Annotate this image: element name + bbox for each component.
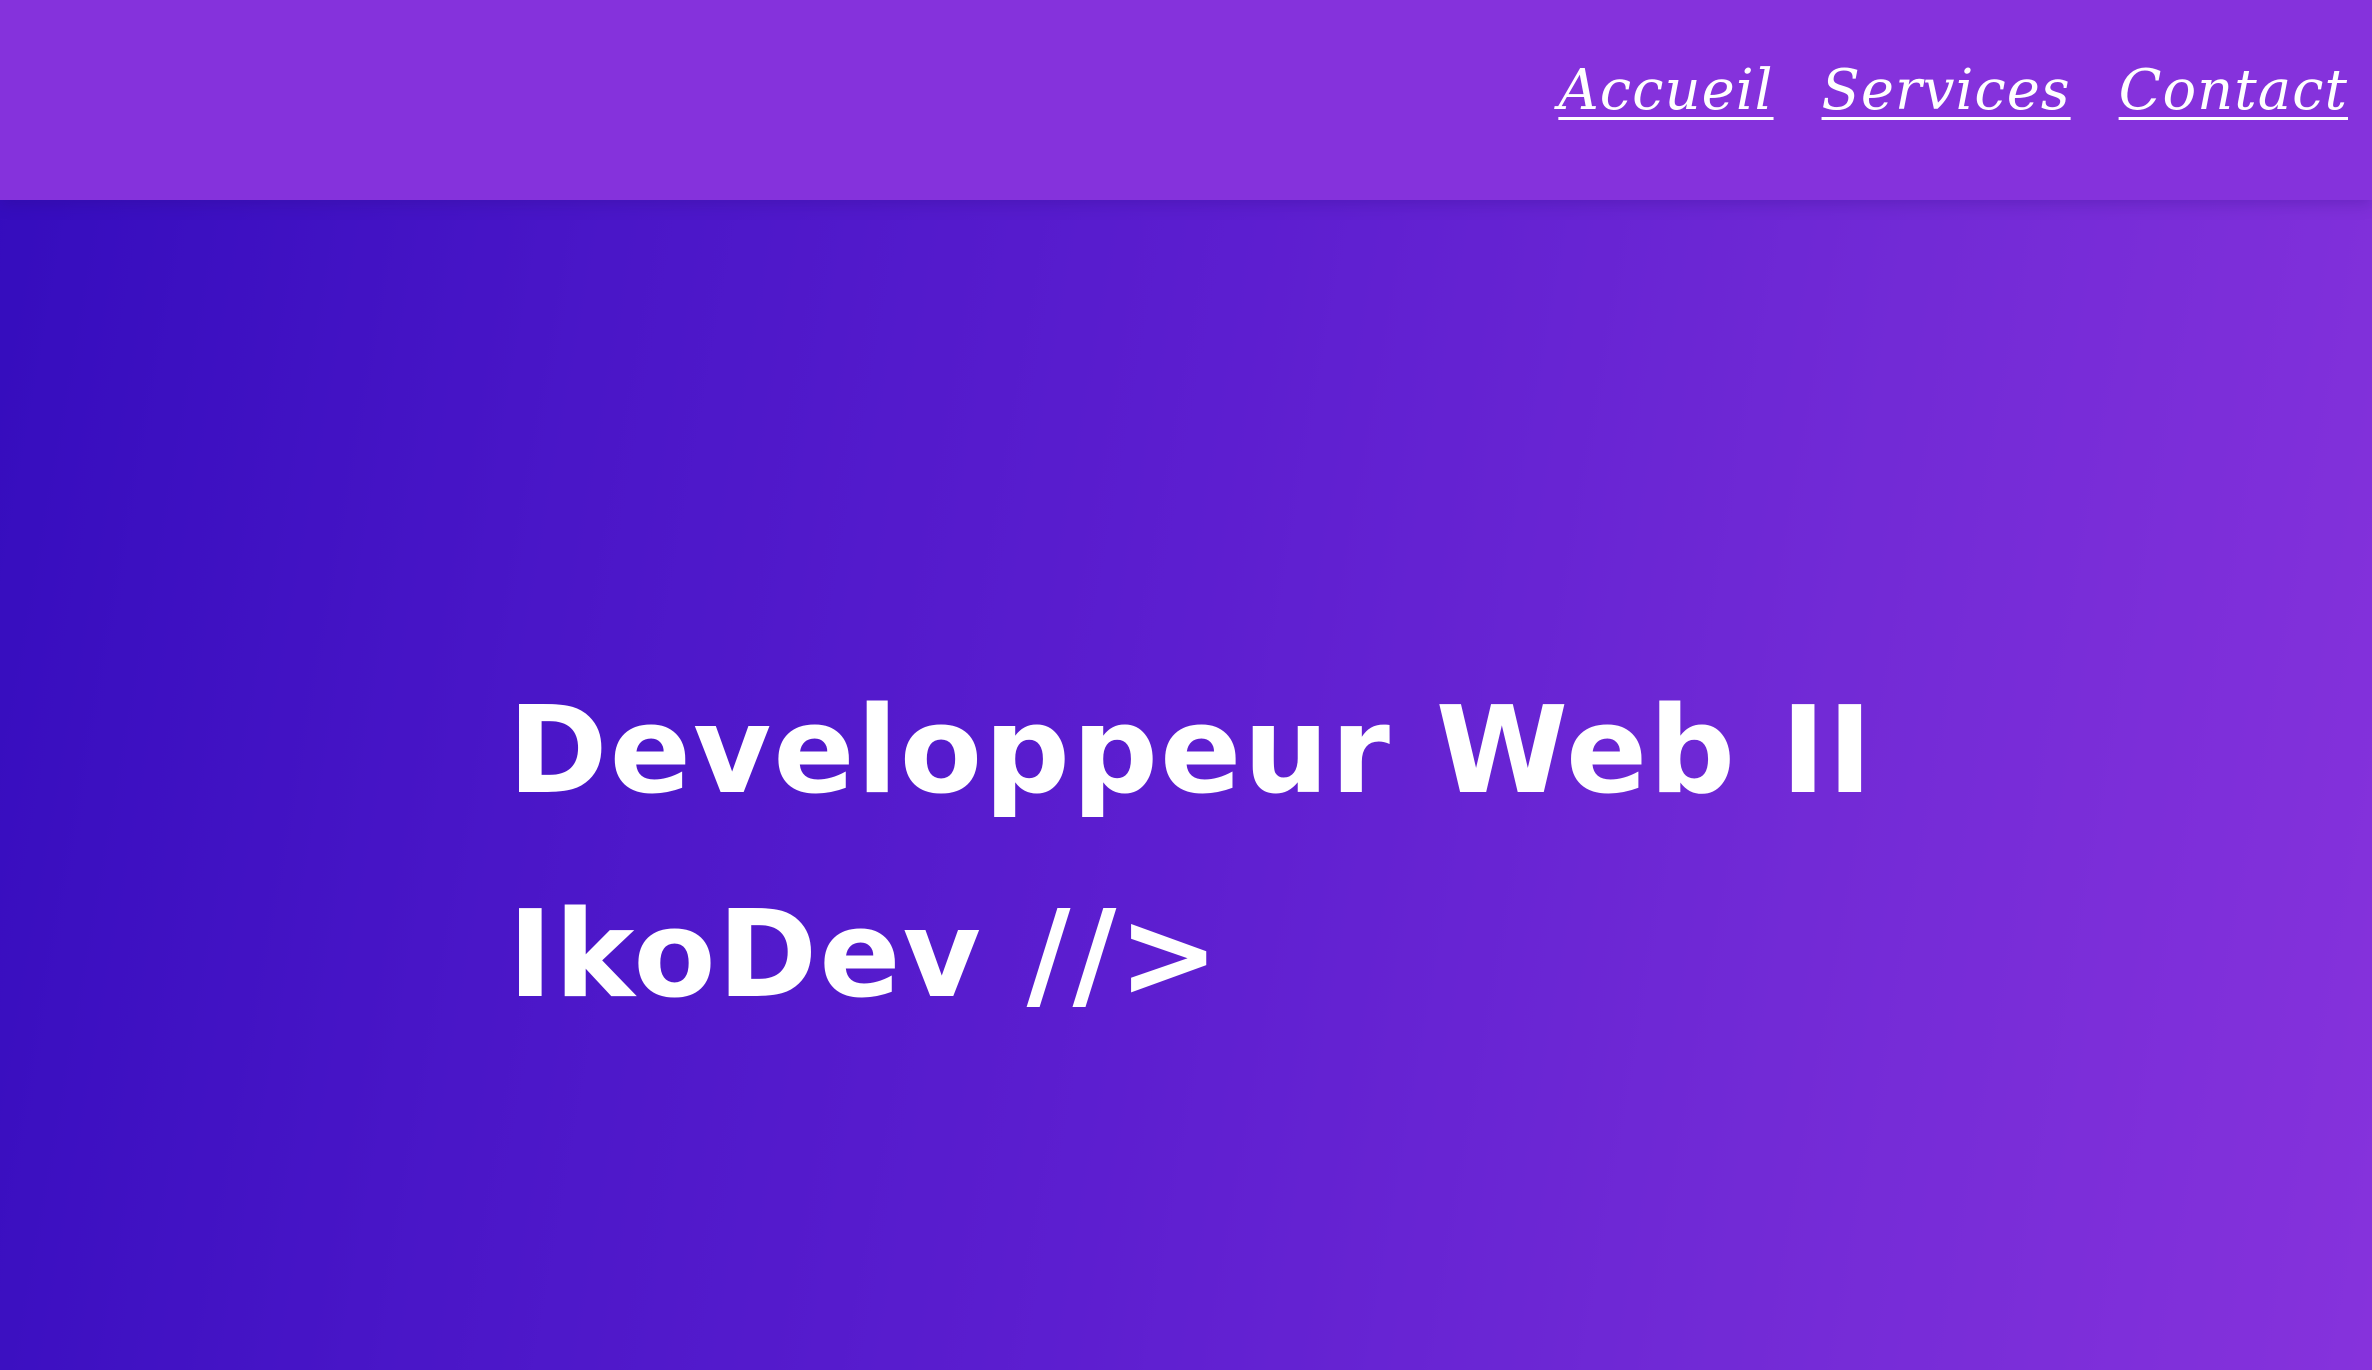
nav-links: Accueil Services Contact [1558, 58, 2348, 123]
navbar: Accueil Services Contact [0, 0, 2372, 200]
nav-link-contact[interactable]: Contact [2119, 58, 2348, 123]
hero-title-line-2: IkoDev //> [508, 886, 1221, 1025]
hero-title-line-1: Developpeur Web II [508, 682, 1875, 821]
page: Accueil Services Contact Developpeur Web… [0, 0, 2372, 1370]
nav-link-services[interactable]: Services [1822, 58, 2071, 123]
nav-link-accueil[interactable]: Accueil [1558, 58, 1773, 123]
hero-title: Developpeur Web II IkoDev //> [508, 650, 2008, 1058]
